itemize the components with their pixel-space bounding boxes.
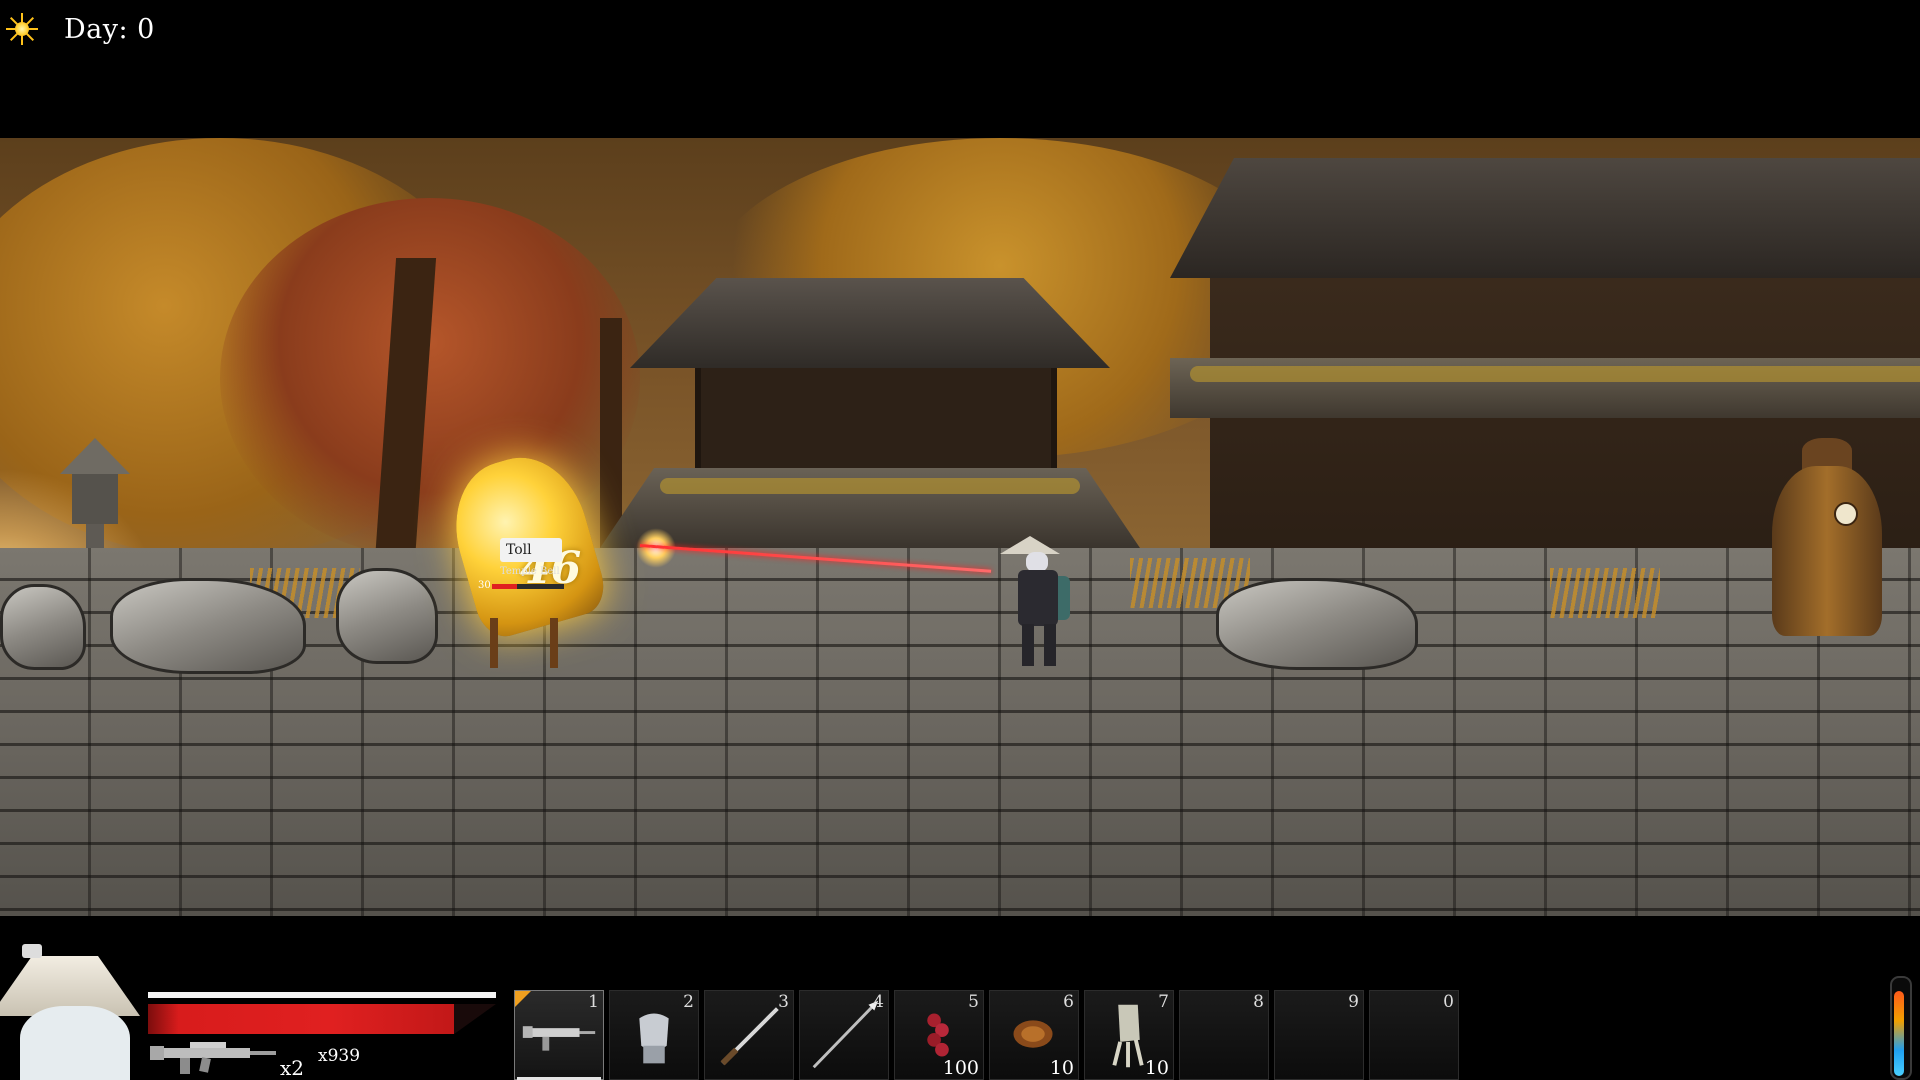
player-health-bar [148,1004,496,1034]
player-portrait [0,926,150,1080]
dry-grass [1550,568,1660,618]
top-bar: Day: 0 [0,0,1920,138]
enemy-health-bar [492,584,564,589]
slot-quantity: 10 [1144,1057,1169,1079]
enemy-health-fill [492,584,518,589]
enemy-level: 30 [478,580,491,591]
slot-number: 1 [588,992,599,1012]
bell-creature-enemy[interactable] [1772,438,1882,668]
boulder [110,578,306,674]
slot-number: 8 [1253,992,1264,1012]
enemy-name: Toll [506,542,532,558]
player-character [1000,536,1080,666]
hotbar: 1 2 3 4 5 100 6 10 7 10 8 9 0 [514,990,1464,1080]
player-health-fill [148,1004,455,1034]
hotbar-slot-6[interactable]: 6 10 [989,990,1079,1080]
hotbar-slot-3[interactable]: 3 [704,990,794,1080]
stamina-bar [148,992,496,998]
assault-rifle-icon [150,1042,276,1074]
slot-number: 2 [683,992,694,1012]
game-viewport[interactable]: 46 Toll Temple Bell 30 [0,138,1920,916]
slot-number: 6 [1063,992,1074,1012]
slot-quantity: 100 [942,1057,979,1079]
day-label: Day: 0 [64,13,155,45]
slot-number: 3 [778,992,789,1012]
slot-quantity: 10 [1049,1057,1074,1079]
slot-number: 7 [1158,992,1169,1012]
hotbar-slot-0[interactable]: 0 [1369,990,1459,1080]
day-counter: Day: 0 [6,8,155,50]
boulder [0,584,86,670]
sun-icon [6,13,38,45]
hotbar-slot-7[interactable]: 7 10 [1084,990,1174,1080]
magazine-count: x2 [280,1056,305,1080]
temperature-fill [1894,991,1904,1076]
slot-number: 9 [1348,992,1359,1012]
hotbar-slot-1[interactable]: 1 [514,990,604,1080]
hotbar-slot-9[interactable]: 9 [1274,990,1364,1080]
boulder [1216,578,1418,670]
slot-number: 0 [1443,992,1454,1012]
slot-number: 5 [968,992,979,1012]
thermometer-icon [1890,976,1912,1080]
hotbar-slot-2[interactable]: 2 [609,990,699,1080]
hotbar-slot-5[interactable]: 5 100 [894,990,984,1080]
boulder [336,568,438,664]
enemy-type: Temple Bell [500,566,560,577]
hotbar-slot-8[interactable]: 8 [1179,990,1269,1080]
hotbar-slot-4[interactable]: 4 [799,990,889,1080]
bottom-hud: x2 x939 1 2 3 4 5 100 6 10 7 10 8 9 0 [0,916,1920,1080]
slot-number: 4 [873,992,884,1012]
ammo-count: x939 [318,1046,361,1066]
enemy-name-tag: Toll [500,538,562,562]
